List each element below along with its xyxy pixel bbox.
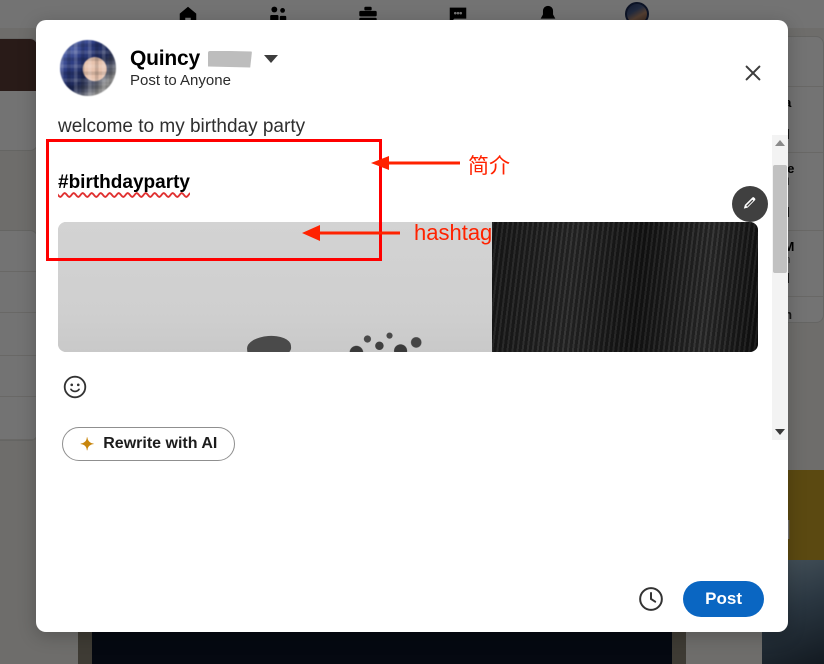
close-icon[interactable] <box>736 56 770 90</box>
post-text-line-2: #birthdayparty <box>58 171 190 193</box>
scroll-down-icon[interactable] <box>772 424 788 440</box>
post-text-line-1: welcome to my birthday party <box>58 116 306 137</box>
post-editor-wrap: welcome to my birthday party #birthdaypa… <box>36 104 788 214</box>
author-info: Quincy Post to Anyone <box>130 47 278 89</box>
rewrite-with-ai-button[interactable]: ✦ Rewrite with AI <box>62 427 236 461</box>
post-button[interactable]: Post <box>683 581 764 617</box>
author-lastname-redaction <box>207 50 252 68</box>
scroll-up-icon[interactable] <box>772 135 788 151</box>
modal-header: Quincy Post to Anyone <box>36 20 788 104</box>
create-post-modal: Quincy Post to Anyone welcome to my birt… <box>36 20 788 632</box>
post-media-image[interactable] <box>58 222 758 352</box>
post-media-wrap <box>36 186 788 352</box>
author-name: Quincy <box>130 47 200 70</box>
scrollbar-thumb[interactable] <box>773 165 787 273</box>
post-actions: ✦ Rewrite with AI <box>36 352 788 461</box>
modal-scrollbar[interactable] <box>772 135 788 440</box>
edit-media-pencil-icon[interactable] <box>732 186 768 222</box>
post-visibility[interactable]: Post to Anyone <box>130 72 278 89</box>
screen: 艾恩（ 公司 Sales M s eners s ger Creating fe… <box>0 0 824 664</box>
emoji-icon[interactable] <box>62 374 88 400</box>
media-rock-region <box>492 222 758 352</box>
modal-footer: Post <box>36 566 788 632</box>
sparkle-icon: ✦ <box>80 434 95 454</box>
media-tree <box>338 322 430 352</box>
rewrite-with-ai-label: Rewrite with AI <box>103 435 218 452</box>
clock-icon[interactable] <box>637 585 665 613</box>
author-avatar[interactable] <box>60 40 116 96</box>
chevron-down-icon[interactable] <box>263 55 278 63</box>
post-text-editor[interactable]: welcome to my birthday party #birthdaypa… <box>58 114 768 214</box>
